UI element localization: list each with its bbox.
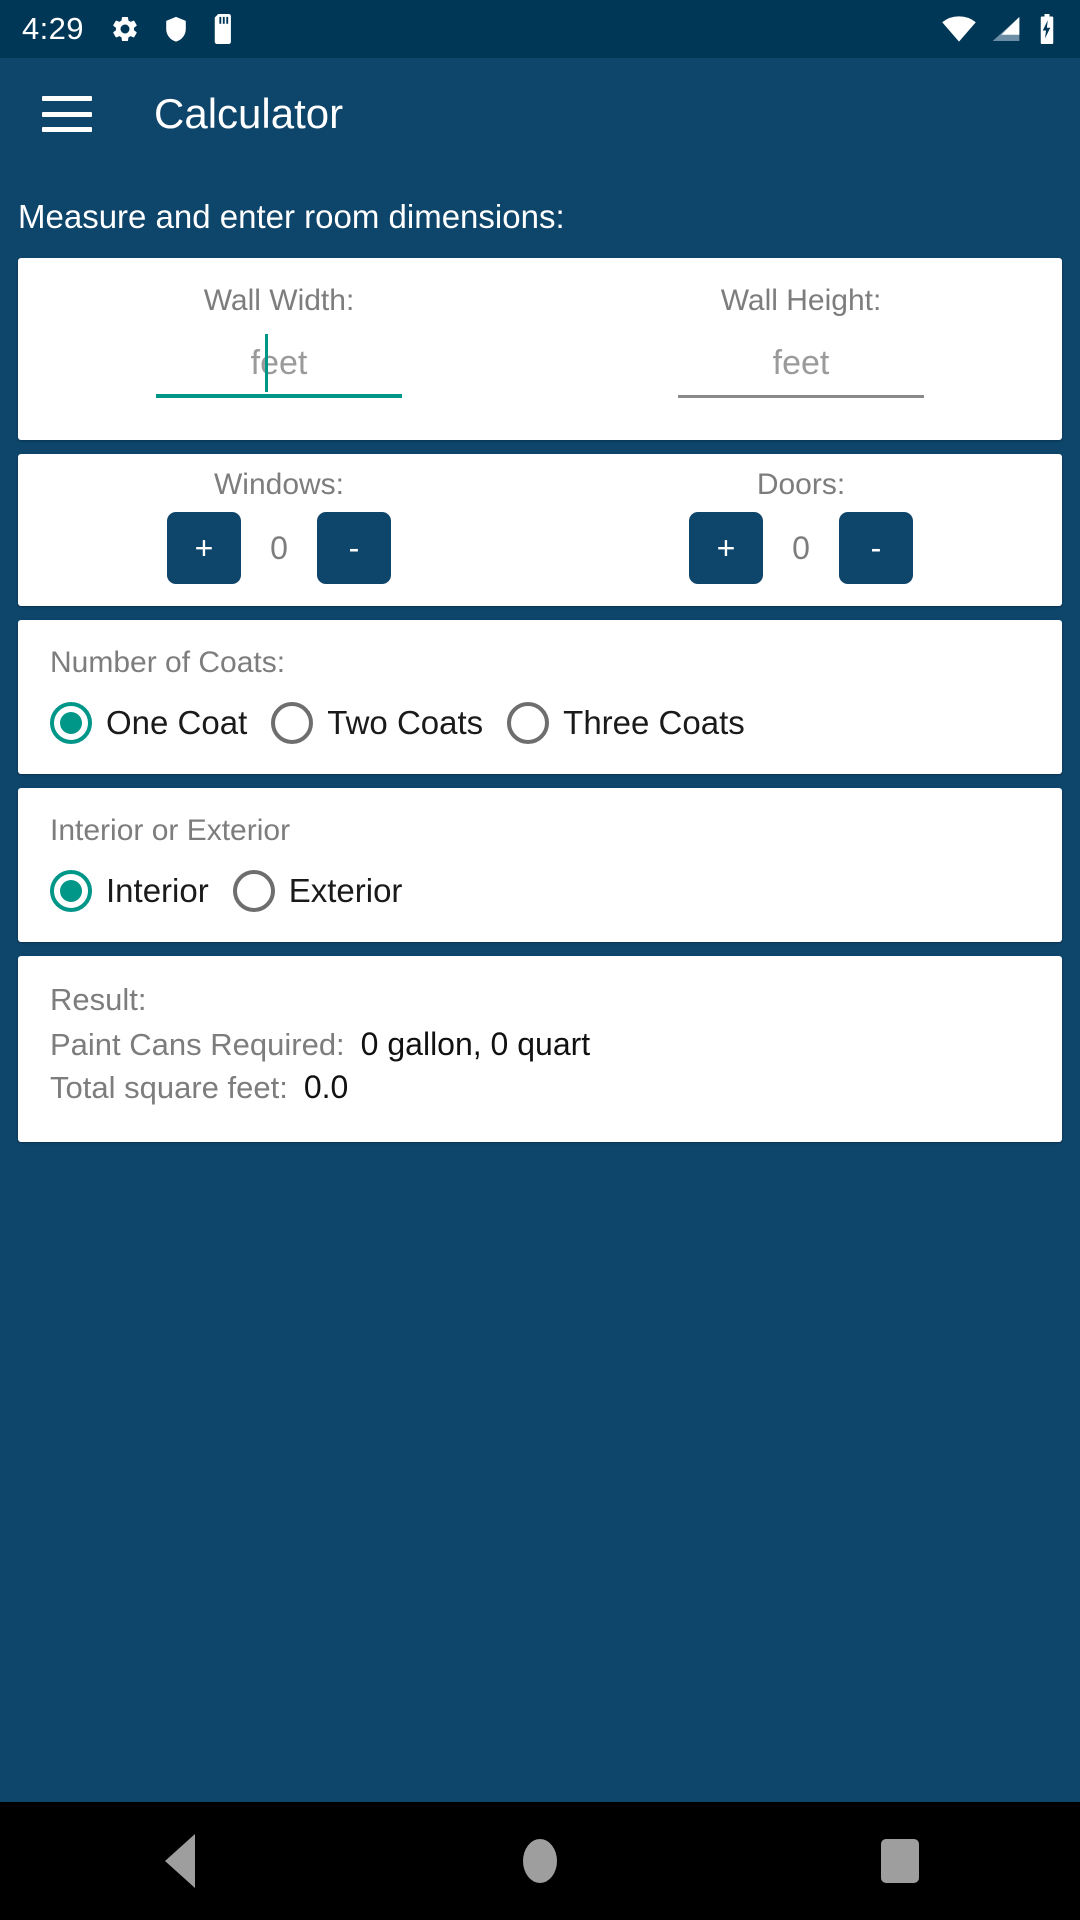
wall-height-underline <box>678 395 924 398</box>
windows-label: Windows: <box>213 468 345 501</box>
status-bar-notification-icons <box>110 14 236 44</box>
hamburger-bar <box>42 96 92 101</box>
radio-dot <box>517 712 539 734</box>
windows-value: 0 <box>270 529 288 566</box>
radio-option-one-coat[interactable]: One Coat <box>50 702 247 744</box>
section-heading: Measure and enter room dimensions: <box>18 198 565 235</box>
text-cursor <box>265 334 268 392</box>
total-sqft-label: Total square feet: <box>50 1070 288 1105</box>
status-bar-system-icons <box>942 14 1058 44</box>
radio-label: Interior <box>106 872 209 909</box>
doors-controls: + 0 - <box>689 512 913 584</box>
paint-cans-label: Paint Cans Required: <box>50 1027 345 1062</box>
paint-cans-row: Paint Cans Required: 0 gallon, 0 quart <box>50 1026 1062 1063</box>
result-card: Result: Paint Cans Required: 0 gallon, 0… <box>18 956 1062 1142</box>
surface-card: Interior or Exterior Interior Exterior <box>18 788 1062 942</box>
shield-icon <box>162 14 190 44</box>
wall-width-underline <box>156 394 402 398</box>
hamburger-menu-icon[interactable] <box>42 96 92 132</box>
radio-dot <box>281 712 303 734</box>
windows-stepper: Windows: + 0 - <box>18 454 540 606</box>
radio-option-two-coats[interactable]: Two Coats <box>271 702 483 744</box>
hamburger-bar <box>42 127 92 132</box>
radio-label: Two Coats <box>327 704 484 741</box>
doors-increment-button[interactable]: + <box>689 512 763 584</box>
android-navigation-bar <box>0 1802 1080 1920</box>
surface-radio-group: Interior Exterior <box>50 870 1062 912</box>
wall-width-group: Wall Width: feet <box>18 258 540 440</box>
radio-label: Exterior <box>288 872 403 909</box>
wall-height-label: Wall Height: <box>720 284 882 317</box>
nav-back-button[interactable] <box>120 1802 240 1920</box>
radio-label: Three Coats <box>563 704 745 741</box>
radio-icon <box>50 870 92 912</box>
sd-card-icon <box>212 14 236 44</box>
total-sqft-value: 0.0 <box>303 1069 349 1105</box>
wall-width-placeholder: feet <box>250 344 308 382</box>
surface-label: Interior or Exterior <box>50 814 291 847</box>
wall-width-label: Wall Width: <box>203 284 355 317</box>
doors-value: 0 <box>792 529 810 566</box>
openings-card: Windows: + 0 - Doors: + 0 - <box>18 454 1062 606</box>
app-bar: Calculator <box>0 58 1080 170</box>
coats-card: Number of Coats: One Coat Two Coats Thre… <box>18 620 1062 774</box>
radio-option-exterior[interactable]: Exterior <box>232 870 403 912</box>
hamburger-bar <box>42 111 92 117</box>
radio-dot <box>243 880 265 902</box>
battery-charging-icon <box>1036 14 1058 44</box>
nav-home-button[interactable] <box>480 1802 600 1920</box>
nav-recents-button[interactable] <box>840 1802 960 1920</box>
wifi-icon <box>942 15 976 43</box>
recents-square-icon <box>881 1839 919 1883</box>
coats-label: Number of Coats: <box>50 646 286 679</box>
paint-cans-value: 0 gallon, 0 quart <box>360 1026 591 1062</box>
page-title: Calculator <box>154 90 344 137</box>
radio-option-interior[interactable]: Interior <box>50 870 209 912</box>
main-content: Measure and enter room dimensions: Wall … <box>0 170 1080 1802</box>
radio-icon <box>507 702 550 744</box>
radio-icon <box>232 870 275 912</box>
windows-controls: + 0 - <box>167 512 391 584</box>
windows-decrement-button[interactable]: - <box>317 512 391 584</box>
app-root: 4:29 Calculator Measure and enter room d… <box>0 0 1080 1920</box>
coats-radio-group: One Coat Two Coats Three Coats <box>50 702 1062 744</box>
radio-label: One Coat <box>106 704 248 741</box>
doors-label: Doors: <box>756 468 846 501</box>
doors-stepper: Doors: + 0 - <box>540 454 1062 606</box>
radio-icon <box>50 702 92 744</box>
cellular-signal-icon <box>990 15 1022 43</box>
result-title: Result: <box>50 982 147 1017</box>
wall-width-input[interactable]: feet <box>156 334 402 398</box>
doors-decrement-button[interactable]: - <box>839 512 913 584</box>
total-sqft-row: Total square feet: 0.0 <box>50 1069 1062 1106</box>
status-bar: 4:29 <box>0 0 1080 58</box>
radio-dot <box>60 880 82 902</box>
dimensions-card: Wall Width: feet Wall Height: feet <box>18 258 1062 440</box>
gear-icon <box>110 14 140 44</box>
windows-increment-button[interactable]: + <box>167 512 241 584</box>
radio-dot <box>60 712 82 734</box>
back-triangle-icon <box>165 1834 195 1888</box>
wall-height-placeholder: feet <box>772 344 830 382</box>
radio-icon <box>271 702 314 744</box>
home-circle-icon <box>523 1839 557 1883</box>
wall-height-group: Wall Height: feet <box>540 258 1062 440</box>
radio-option-three-coats[interactable]: Three Coats <box>507 702 745 744</box>
status-bar-clock: 4:29 <box>22 11 84 46</box>
wall-height-input[interactable]: feet <box>678 340 924 398</box>
